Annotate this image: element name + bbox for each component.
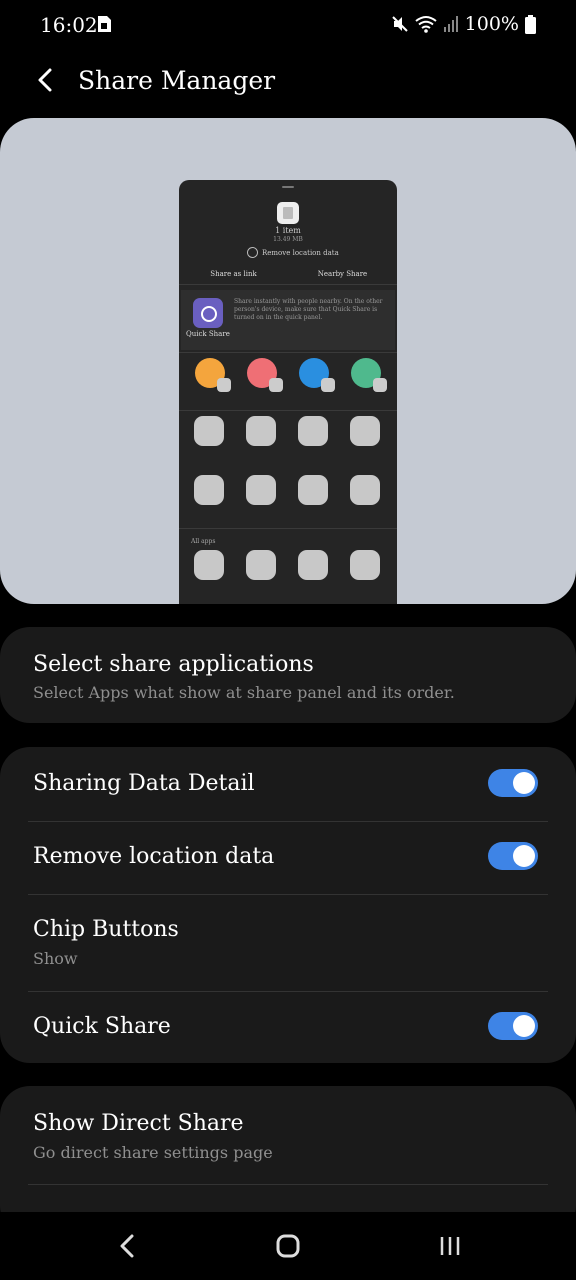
status-bar: 16:02 100%: [0, 0, 576, 52]
contact-avatar: [299, 358, 335, 392]
sim-card-icon: [98, 16, 111, 32]
app-badge-icon: [269, 378, 283, 392]
toggle-knob: [513, 1015, 535, 1037]
share-as-link-tab: Share as link: [210, 270, 257, 278]
back-arrow-icon[interactable]: [30, 64, 62, 96]
toggle-knob: [513, 845, 535, 867]
app-placeholder-icon: [194, 475, 224, 505]
chip-buttons-row[interactable]: Chip Buttons Show: [0, 895, 576, 991]
home-icon[interactable]: [268, 1230, 308, 1262]
app-bar: Share Manager: [0, 56, 576, 108]
file-icon: [277, 202, 299, 224]
share-panel-preview: 1 item 13.49 MB Remove location data Sha…: [0, 118, 576, 604]
app-badge-icon: [321, 378, 335, 392]
page-title: Share Manager: [78, 66, 276, 95]
navigation-bar: [0, 1212, 576, 1280]
file-count: 1 item: [275, 226, 301, 235]
contact-avatar: [351, 358, 387, 392]
sharing-options-card: Sharing Data Detail Remove location data…: [0, 747, 576, 1063]
remove-location-toggle[interactable]: [488, 842, 538, 870]
show-direct-share-row[interactable]: Show Direct Share Go direct share settin…: [0, 1086, 576, 1184]
sheet-handle: [282, 186, 294, 188]
select-share-apps-title: Select share applications: [33, 652, 314, 677]
quick-share-description: Share instantly with people nearby. On t…: [234, 298, 383, 321]
sharing-data-detail-toggle[interactable]: [488, 769, 538, 797]
select-share-apps-card[interactable]: Select share applications Select Apps wh…: [0, 627, 576, 723]
app-placeholder-icon: [350, 416, 380, 446]
chip-buttons-subtitle: Show: [33, 949, 78, 968]
contact-avatar: [195, 358, 231, 392]
quick-share-toggle[interactable]: [488, 1012, 538, 1040]
quick-share-panel: Quick Share Share instantly with people …: [181, 290, 395, 350]
quick-share-icon: [193, 298, 223, 328]
status-time: 16:02: [40, 13, 98, 37]
sharing-data-detail-title: Sharing Data Detail: [33, 771, 255, 796]
app-placeholder-icon: [350, 550, 380, 580]
divider: [179, 284, 397, 285]
remove-location-title: Remove location data: [33, 844, 275, 869]
mute-icon: [391, 16, 408, 32]
show-direct-share-subtitle: Go direct share settings page: [33, 1143, 273, 1162]
file-size: 13.49 MB: [273, 236, 303, 243]
app-placeholder-icon: [298, 550, 328, 580]
battery-icon: [525, 14, 536, 34]
phone-mockup: 1 item 13.49 MB Remove location data Sha…: [179, 180, 397, 604]
app-placeholder-icon: [350, 475, 380, 505]
app-placeholder-icon: [298, 416, 328, 446]
quick-share-label: Quick Share: [186, 330, 230, 338]
sharing-data-detail-row[interactable]: Sharing Data Detail: [0, 747, 576, 821]
all-apps-label: All apps: [191, 538, 216, 545]
remove-location-row[interactable]: Remove location data: [0, 822, 576, 894]
signal-icon: [443, 16, 458, 32]
app-placeholder-icon: [246, 475, 276, 505]
app-placeholder-icon: [298, 475, 328, 505]
share-tabs: Share as link Nearby Share: [179, 270, 397, 278]
app-placeholder-icon: [246, 416, 276, 446]
contact-avatar: [247, 358, 283, 392]
app-placeholder-icon: [246, 550, 276, 580]
toggle-knob: [513, 772, 535, 794]
app-placeholder-icon: [194, 416, 224, 446]
nearby-share-tab: Nearby Share: [317, 270, 368, 278]
wifi-icon: [415, 16, 437, 33]
checkbox-icon: [247, 247, 258, 258]
show-direct-share-title: Show Direct Share: [33, 1111, 244, 1136]
select-share-apps-subtitle: Select Apps what show at share panel and…: [33, 683, 455, 702]
app-badge-icon: [217, 378, 231, 392]
remove-location-label: Remove location data: [262, 248, 339, 257]
back-icon[interactable]: [108, 1230, 148, 1262]
quick-share-title: Quick Share: [33, 1014, 171, 1039]
app-badge-icon: [373, 378, 387, 392]
chip-buttons-title: Chip Buttons: [33, 917, 179, 942]
remove-location-checkbox: Remove location data: [247, 247, 339, 258]
quick-share-row[interactable]: Quick Share: [0, 992, 576, 1063]
battery-percent: 100%: [464, 13, 519, 35]
recents-icon[interactable]: [430, 1230, 470, 1262]
divider: [179, 410, 397, 411]
divider: [179, 528, 397, 529]
status-icons: 100%: [391, 13, 536, 35]
divider: [28, 1184, 548, 1185]
app-placeholder-icon: [194, 550, 224, 580]
divider: [179, 352, 397, 353]
